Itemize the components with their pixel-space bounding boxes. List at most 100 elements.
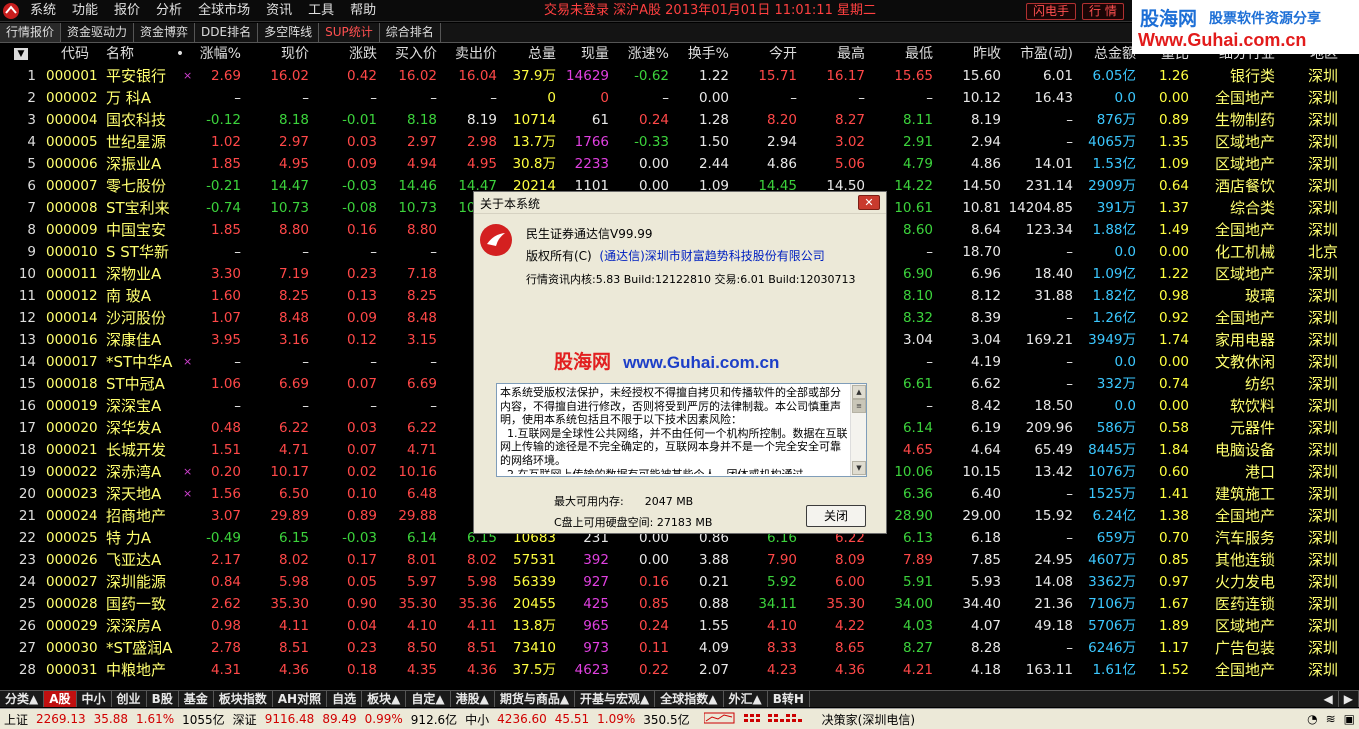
table-row[interactable]: 1 000001 平安银行 × 2.69 16.02 0.42 16.02 16.04 37.9万… <box>0 65 1359 87</box>
table-row[interactable]: 24 000027 深圳能源 0.84 5.98 0.05 5.97 5.98 56339 927… <box>0 571 1359 593</box>
bottom-tab-3[interactable]: 创业 <box>112 691 147 707</box>
sort-menu-icon[interactable]: ▼ <box>14 48 28 60</box>
speed-percent: 0.24 <box>638 112 669 128</box>
menu-system[interactable]: 系统 <box>22 0 64 22</box>
tab-fund-drive[interactable]: 资金驱动力 <box>61 23 135 42</box>
table-row[interactable]: 28 000031 中粮地产 4.31 4.36 0.18 4.35 4.36 37.5万 462… <box>0 659 1359 681</box>
column-header-total-volume[interactable]: 总量 <box>500 43 556 65</box>
column-header-current-volume[interactable]: 现量 <box>560 43 609 65</box>
column-header-price-change[interactable]: 涨跌 <box>315 43 377 65</box>
column-header-low-price[interactable]: 最低 <box>868 43 933 65</box>
prev-close: 7.85 <box>970 552 1001 568</box>
stock-code: 000017 <box>46 354 98 370</box>
bottom-tab-8[interactable]: 自选 <box>327 691 363 707</box>
stock-code: 000018 <box>46 376 98 392</box>
bottom-tab-7[interactable]: AH对照 <box>273 691 328 707</box>
bottom-tab-11[interactable]: 港股▲ <box>451 691 495 707</box>
bottom-tab-10[interactable]: 自定▲ <box>406 691 451 707</box>
bottom-tab-1[interactable]: A股 <box>44 691 77 707</box>
tab-sup-stats[interactable]: SUP统计 <box>319 23 380 42</box>
menu-analysis[interactable]: 分析 <box>148 0 190 22</box>
bottom-tab-9[interactable]: 板块▲ <box>362 691 407 707</box>
tab-fund-game[interactable]: 资金博弈 <box>134 23 196 42</box>
close-button[interactable]: 关闭 <box>806 505 866 527</box>
column-header-current-price[interactable]: 现价 <box>250 43 309 65</box>
bottom-tab-15[interactable]: 外汇▲ <box>724 691 768 707</box>
connection-icon[interactable]: ▣ <box>1340 712 1359 726</box>
column-header-total-amount[interactable]: 总金额 <box>1076 43 1136 65</box>
server-name[interactable]: 决策家(深圳电信) <box>818 711 919 728</box>
bottom-tab-13[interactable]: 开基与宏观▲ <box>575 691 656 707</box>
column-header-turnover-rate[interactable]: 换手% <box>672 43 729 65</box>
table-row[interactable]: 2 000002 万 科A – – – – –0 0–0.00– – –10.12 16.43 0.0 0… <box>0 87 1359 109</box>
pe-ratio: – <box>1066 134 1073 150</box>
tab-overall-rank[interactable]: 综合排名 <box>380 23 441 42</box>
table-row[interactable]: 3 000004 国农科技 -0.12 8.18 -0.01 8.18 8.19 10714 61… <box>0 109 1359 131</box>
menu-help[interactable]: 帮助 <box>342 0 384 22</box>
scroll-left-icon[interactable]: ◀ <box>1319 691 1339 707</box>
row-index: 20 <box>18 486 36 502</box>
scroll-down-icon[interactable]: ▼ <box>852 461 866 475</box>
bottom-tab-12[interactable]: 期货与商品▲ <box>495 691 576 707</box>
column-header-bid-price[interactable]: 买入价 <box>380 43 437 65</box>
column-header-stock-name[interactable]: 名称 <box>106 43 181 65</box>
column-header-prev-close[interactable]: 昨收 <box>937 43 1001 65</box>
speed-percent: -0.62 <box>634 68 669 84</box>
tab-quote-list[interactable]: 行情报价 <box>0 23 62 42</box>
bottom-tab-0[interactable]: 分类▲ <box>0 691 45 707</box>
menu-news[interactable]: 资讯 <box>258 0 300 22</box>
scroll-thumb[interactable]: ≡ <box>852 399 866 413</box>
high-price: 8.65 <box>834 640 865 656</box>
bottom-tab-6[interactable]: 板块指数 <box>214 691 273 707</box>
sz-index-amount: 912.6亿 <box>410 712 458 727</box>
table-row[interactable]: 25 000028 国药一致 2.62 35.30 0.90 35.30 35.36 20455… <box>0 593 1359 615</box>
current-price: 5.98 <box>278 574 309 590</box>
column-header-ex-rights-mark[interactable]: • <box>175 43 185 65</box>
current-price: – <box>302 398 309 414</box>
sz-index-change: 89.49 <box>322 712 357 726</box>
column-header-speed-percent[interactable]: 涨速% <box>612 43 669 65</box>
table-row[interactable]: 26 000029 深深房A 0.98 4.11 0.04 4.10 4.11 13.8万 965… <box>0 615 1359 637</box>
tab-bull-bear[interactable]: 多空阵线 <box>258 23 320 42</box>
bottom-tab-16[interactable]: B转H <box>768 691 810 707</box>
scroll-right-icon[interactable]: ▶ <box>1339 691 1359 707</box>
table-row[interactable]: 27 000030 *ST盛润A 2.78 8.51 0.23 8.50 8.51 73410 9… <box>0 637 1359 659</box>
flash-trade-button[interactable]: 闪电手 <box>1026 3 1077 20</box>
row-index: 8 <box>27 222 36 238</box>
bottom-tab-2[interactable]: 中小 <box>77 691 112 707</box>
stock-name: 深华发A <box>106 419 162 437</box>
stock-name: *ST中华A <box>106 353 173 371</box>
copyright-owner-link[interactable]: (通达信)深圳市财富趋势科技股份有限公司 <box>599 249 824 263</box>
version-info: 行情资讯内核:5.83 Build:12122810 交易:6.01 Build… <box>526 273 856 286</box>
bottom-tab-4[interactable]: B股 <box>147 691 179 707</box>
quote-button[interactable]: 行 情 <box>1082 3 1124 20</box>
bottom-tab-5[interactable]: 基金 <box>179 691 214 707</box>
column-header-ask-price[interactable]: 卖出价 <box>440 43 497 65</box>
scroll-up-icon[interactable]: ▲ <box>852 385 866 399</box>
tab-dde-rank[interactable]: DDE排名 <box>195 23 259 42</box>
bottom-tab-14[interactable]: 全球指数▲ <box>655 691 724 707</box>
bid-price: 10.73 <box>398 200 437 216</box>
memory-label: 最大可用内存: <box>554 495 624 508</box>
table-row[interactable]: 5 000006 深振业A 1.85 4.95 0.09 4.94 4.95 30.8万 2233… <box>0 153 1359 175</box>
mini-chart-icon[interactable] <box>700 711 818 728</box>
column-header-stock-code[interactable]: 代码 <box>46 43 104 65</box>
column-header-change-percent[interactable]: 涨幅% <box>195 43 241 65</box>
table-row[interactable]: 23 000026 飞亚达A 2.17 8.02 0.17 8.01 8.02 57531 392… <box>0 549 1359 571</box>
close-icon[interactable]: ✕ <box>858 195 880 210</box>
license-textbox[interactable]: 本系统受版权法保护，未经授权不得擅自拷贝和传播软件的全部或部分内容，不得擅自进行… <box>496 383 867 477</box>
bid-price: 14.46 <box>398 178 437 194</box>
column-header-high-price[interactable]: 最高 <box>800 43 865 65</box>
menu-quote[interactable]: 报价 <box>106 0 148 22</box>
menu-tools[interactable]: 工具 <box>300 0 342 22</box>
menu-function[interactable]: 功能 <box>64 0 106 22</box>
price-change: 0.18 <box>346 662 377 678</box>
current-price: 4.11 <box>278 618 309 634</box>
column-header-pe-ratio[interactable]: 市盈(动) <box>1005 43 1073 65</box>
column-header-open-price[interactable]: 今开 <box>735 43 797 65</box>
change-percent: 0.98 <box>210 618 241 634</box>
table-row[interactable]: 4 000005 世纪星源 1.02 2.97 0.03 2.97 2.98 13.7万 1766… <box>0 131 1359 153</box>
low-price: 8.11 <box>902 112 933 128</box>
license-scrollbar[interactable]: ▲ ≡ ▼ <box>850 384 866 476</box>
menu-global-market[interactable]: 全球市场 <box>190 0 258 22</box>
